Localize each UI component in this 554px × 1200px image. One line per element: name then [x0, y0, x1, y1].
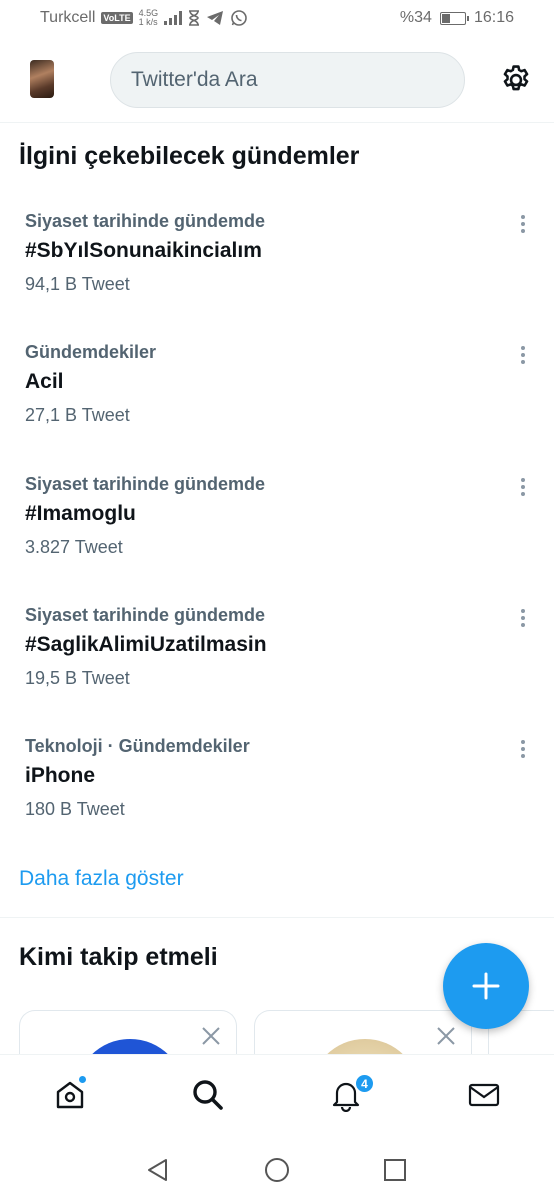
trend-item[interactable]: Gündemdekiler Acil 27,1 B Tweet: [0, 342, 554, 472]
trend-item[interactable]: Siyaset tarihinde gündemde #SbYılSonunai…: [0, 211, 554, 341]
trend-name: #SbYılSonunaikincialım: [25, 239, 262, 262]
show-more-link[interactable]: Daha fazla göster: [19, 867, 184, 891]
carrier-name: Turkcell: [40, 9, 96, 26]
status-bar-right: %34 16:16: [400, 9, 514, 27]
more-options-icon[interactable]: [515, 476, 531, 498]
profile-avatar[interactable]: [30, 60, 54, 98]
more-options-icon[interactable]: [515, 213, 531, 235]
status-bar-left: Turkcell VoLTE 4.5G 1 k/s: [40, 9, 248, 27]
who-to-follow-title: Kimi takip etmeli: [19, 943, 218, 971]
more-options-icon[interactable]: [515, 344, 531, 366]
home-circle-icon[interactable]: [263, 1156, 291, 1184]
nav-search[interactable]: [188, 1075, 228, 1115]
network-indicator: 4.5G 1 k/s: [139, 9, 159, 27]
clock: 16:16: [473, 9, 514, 26]
trend-name: Acil: [25, 370, 64, 393]
more-options-icon[interactable]: [515, 738, 531, 760]
trend-name: iPhone: [25, 764, 96, 787]
volte-indicator: VoLTE: [101, 12, 133, 24]
system-navigation-bar: [0, 1140, 554, 1200]
plus-icon: [472, 972, 500, 1000]
trend-tweet-count: 27,1 B Tweet: [25, 405, 130, 425]
battery-percent: %34: [399, 9, 432, 26]
trend-tweet-count: 3.827 Tweet: [25, 537, 123, 557]
recents-square-icon[interactable]: [381, 1156, 409, 1184]
trend-tweet-count: 19,5 B Tweet: [25, 668, 130, 688]
new-content-dot: [78, 1075, 87, 1084]
back-icon[interactable]: [144, 1156, 172, 1184]
more-options-icon[interactable]: [515, 607, 531, 629]
battery-fill: [441, 13, 451, 23]
close-icon[interactable]: [200, 1025, 222, 1047]
trend-tweet-count: 94,1 B Tweet: [25, 274, 130, 294]
top-header: [0, 38, 554, 123]
search-box[interactable]: [110, 52, 465, 108]
signal-icon: [164, 11, 183, 25]
nav-messages[interactable]: [464, 1075, 504, 1115]
status-bar: Turkcell VoLTE 4.5G 1 k/s %34 16:16: [0, 0, 554, 38]
trend-name: #Imamoglu: [25, 502, 136, 525]
section-divider: [0, 917, 554, 918]
hourglass-icon: [189, 10, 200, 26]
trend-category: Gündemdekiler: [25, 342, 157, 362]
bottom-navigation: 4: [0, 1054, 554, 1140]
mail-icon: [468, 1083, 500, 1107]
gear-icon[interactable]: [499, 63, 533, 97]
trend-tweet-count: 180 B Tweet: [25, 799, 125, 819]
trend-category: Teknoloji · Gündemdekiler: [25, 736, 250, 756]
trend-category: Siyaset tarihinde gündemde: [25, 474, 266, 494]
battery-icon: [439, 11, 469, 25]
search-input[interactable]: [111, 53, 464, 107]
trend-category: Siyaset tarihinde gündemde: [25, 211, 266, 231]
trend-name: #SaglikAlimiUzatilmasin: [25, 633, 267, 656]
notification-badge: 4: [354, 1073, 375, 1094]
compose-tweet-button[interactable]: [443, 943, 529, 1029]
trend-item[interactable]: Siyaset tarihinde gündemde #SaglikAlimiU…: [0, 605, 554, 735]
close-icon[interactable]: [435, 1025, 457, 1047]
trend-item[interactable]: Teknoloji · Gündemdekiler iPhone 180 B T…: [0, 736, 554, 866]
telegram-icon: [207, 11, 224, 25]
whatsapp-icon: [231, 10, 247, 26]
search-icon: [193, 1080, 223, 1110]
trend-category: Siyaset tarihinde gündemde: [25, 605, 266, 625]
trends-section-title: İlgini çekebilecek gündemler: [19, 142, 360, 170]
network-speed: 1 k/s: [138, 17, 158, 27]
trend-item[interactable]: Siyaset tarihinde gündemde #Imamoglu 3.8…: [0, 474, 554, 604]
